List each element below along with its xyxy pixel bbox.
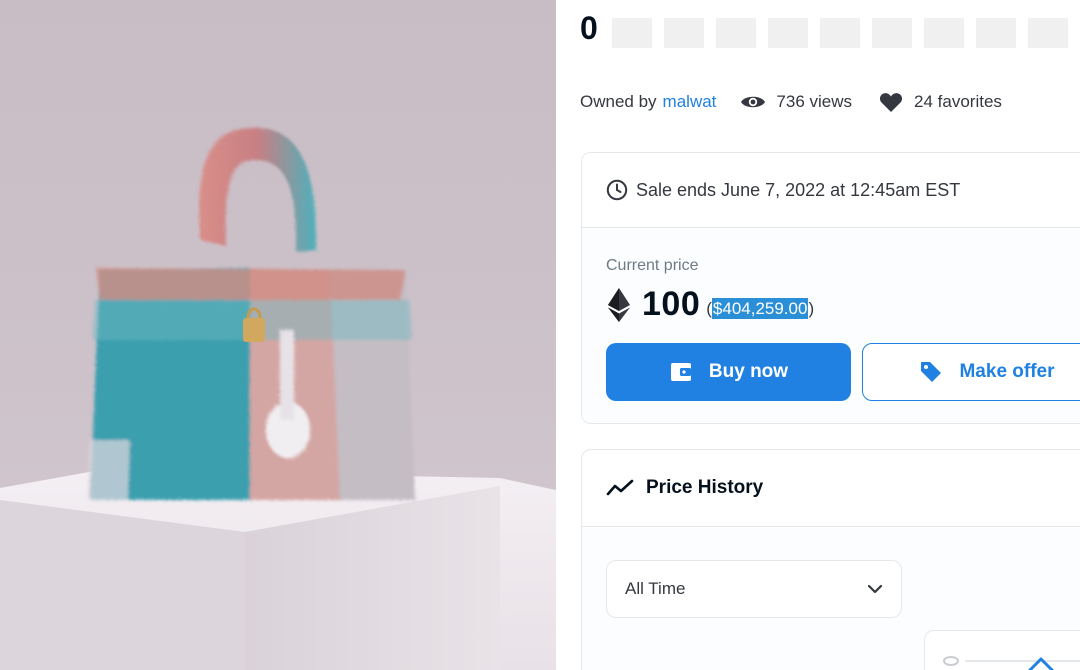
tag-icon (919, 360, 943, 384)
favorites-label: 24 favorites (914, 92, 1002, 111)
item-meta-row: Owned by malwat 736 views 24 favorites (580, 92, 1002, 112)
ethereum-icon (608, 287, 630, 322)
price-history-header[interactable]: Price History (582, 450, 1080, 527)
usd-price: ($404,259.00) (706, 297, 815, 319)
item-details-panel: 0 Owned by malwat 736 views 24 favorites… (556, 0, 1080, 670)
views-label: 736 views (776, 92, 853, 111)
usd-close-paren: ) (808, 298, 815, 318)
buy-now-button[interactable]: Buy now (606, 343, 851, 401)
nft-artwork-image (0, 0, 556, 670)
chart-partial-marks (943, 656, 1080, 670)
owner-info: Owned by malwat (580, 92, 716, 112)
title-overflow-shadow (612, 18, 1080, 48)
price-history-body: All Time (582, 528, 1080, 670)
views-count: 736 views (740, 92, 852, 112)
clock-icon (606, 179, 628, 201)
sale-end-text: Sale ends June 7, 2022 at 12:45am EST (636, 179, 961, 200)
owner-link[interactable]: malwat (663, 92, 717, 112)
buy-now-label: Buy now (708, 361, 789, 382)
owner-prefix: Owned by (580, 92, 657, 111)
item-title: 0 (580, 10, 599, 46)
time-range-select[interactable]: All Time (606, 560, 902, 618)
price-history-card: Price History All Time (581, 449, 1080, 670)
trend-line-icon (606, 478, 634, 498)
time-range-value: All Time (625, 579, 686, 598)
favorites-count[interactable]: 24 favorites (878, 92, 1002, 112)
wallet-icon (669, 360, 693, 384)
sale-card: Sale ends June 7, 2022 at 12:45am EST Cu… (581, 152, 1080, 424)
heart-icon[interactable] (878, 92, 904, 112)
price-value: 100 (642, 285, 701, 323)
price-row: 100 ($404,259.00) (608, 285, 814, 324)
sale-body: Current price 100 ($404,259.00) Buy now … (582, 229, 1080, 423)
usd-value-highlighted: $404,259.00 (711, 297, 809, 319)
sale-end-header: Sale ends June 7, 2022 at 12:45am EST (582, 153, 1080, 228)
make-offer-label: Make offer (959, 361, 1055, 382)
fur-handbag-illustration (0, 127, 556, 670)
price-history-title: Price History (646, 477, 764, 498)
eye-icon (740, 92, 766, 112)
current-price-label: Current price (606, 257, 699, 274)
chevron-down-icon (867, 579, 883, 599)
make-offer-button[interactable]: Make offer (862, 343, 1080, 401)
price-chart-placeholder (924, 630, 1080, 670)
